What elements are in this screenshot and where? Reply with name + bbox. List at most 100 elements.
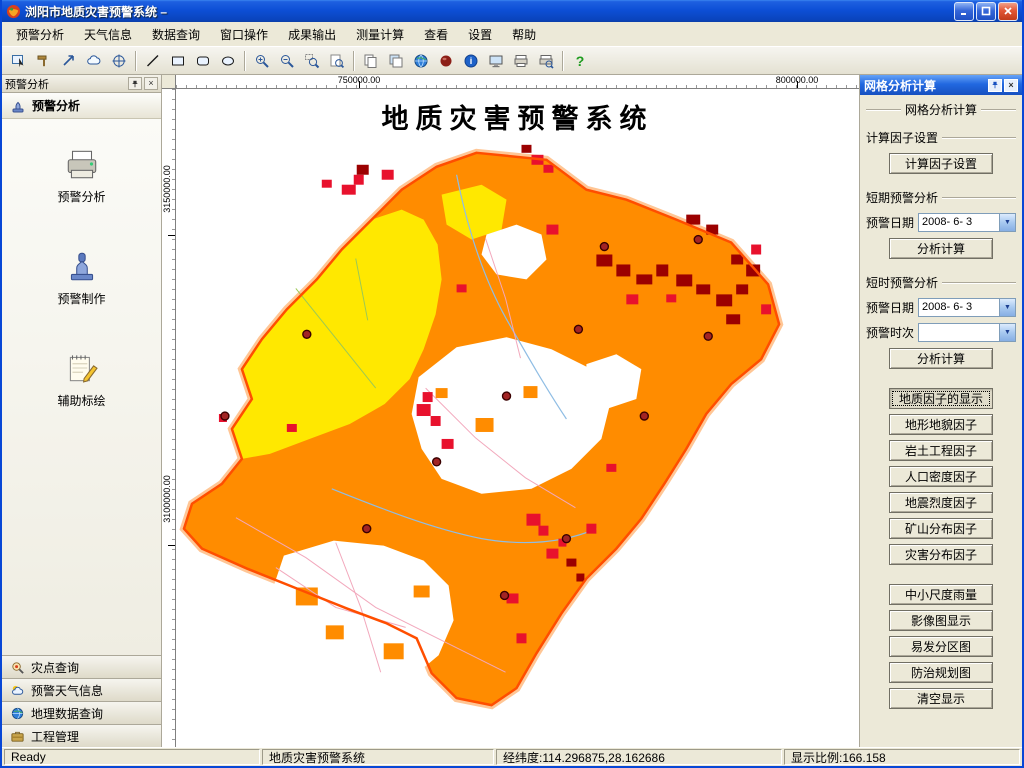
menu-measure-calc[interactable]: 测量计算 <box>346 22 414 47</box>
site-marker <box>499 590 510 601</box>
tool-warning-analysis[interactable]: 预警分析 <box>22 141 142 209</box>
nowcast-date-combo[interactable]: 2008- 6- 3 ▼ <box>918 298 1016 317</box>
left-section-header[interactable]: 预警分析 <box>2 93 161 119</box>
chevron-down-icon[interactable]: ▼ <box>999 214 1015 231</box>
map-title: 地质灾害预警系统 <box>381 104 654 135</box>
pin-icon[interactable] <box>128 77 142 90</box>
factor-disaster-dist-button[interactable]: 灾害分布因子 <box>889 543 993 565</box>
ruler-left-label-2: 3100000.00 <box>162 473 172 525</box>
imagery-display-button[interactable]: 影像图显示 <box>889 609 993 631</box>
ellipse-tool-icon[interactable] <box>216 50 239 72</box>
bar-project-management[interactable]: 工程管理 <box>2 724 161 747</box>
copy-icon[interactable] <box>359 50 382 72</box>
bar-disaster-query[interactable]: 灾点查询 <box>2 655 161 678</box>
factor-geology-display-button[interactable]: 地质因子的显示 <box>889 387 993 409</box>
ruler-top: 750000.00 800000.00 <box>176 75 859 89</box>
print-icon[interactable] <box>509 50 532 72</box>
info-icon[interactable]: i <box>459 50 482 72</box>
svg-text:?: ? <box>575 53 584 69</box>
left-bottom-bars: 灾点查询 预警天气信息 地理数据查询 工程管理 <box>2 655 161 747</box>
factor-terrain-button[interactable]: 地形地貌因子 <box>889 413 993 435</box>
group-title: 计算因子设置 <box>866 131 939 145</box>
site-marker <box>362 523 372 534</box>
layers-icon[interactable] <box>384 50 407 72</box>
tool-label: 预警制作 <box>57 292 106 306</box>
factor-geotech-button[interactable]: 岩土工程因子 <box>889 439 993 461</box>
date-value: 2008- 6- 3 <box>922 216 973 228</box>
roundrect-tool-icon[interactable] <box>191 50 214 72</box>
line-tool-icon[interactable] <box>141 50 164 72</box>
pan-cross-icon[interactable] <box>107 50 130 72</box>
toolbar-separator <box>135 50 136 71</box>
short-term-date-combo[interactable]: 2008- 6- 3 ▼ <box>918 213 1016 232</box>
weather-info-icon <box>12 685 24 695</box>
group-title: 短期预警分析 <box>866 191 939 205</box>
help-icon[interactable]: ? <box>568 50 591 72</box>
menu-help[interactable]: 帮助 <box>502 22 546 47</box>
menu-weather-info[interactable]: 天气信息 <box>74 22 142 47</box>
monitor-icon[interactable] <box>484 50 507 72</box>
prevention-plan-button[interactable]: 防治规划图 <box>889 661 993 683</box>
time-label: 预警时次 <box>866 326 915 340</box>
menu-view[interactable]: 查看 <box>414 22 458 47</box>
sphere-icon[interactable] <box>434 50 457 72</box>
clear-display-button[interactable]: 清空显示 <box>889 687 993 709</box>
print-preview-icon[interactable] <box>534 50 557 72</box>
left-panel-title: 预警分析 <box>5 78 49 91</box>
ruler-tick <box>359 81 360 88</box>
globe-icon[interactable] <box>409 50 432 72</box>
stamp-icon <box>12 101 24 112</box>
factor-seismic-button[interactable]: 地震烈度因子 <box>889 491 993 513</box>
tool-warning-production[interactable]: 预警制作 <box>22 243 142 311</box>
bar-label: 工程管理 <box>31 729 80 744</box>
toolbar: i ? <box>2 47 1022 75</box>
date-label: 预警日期 <box>866 216 915 230</box>
close-panel-icon[interactable]: × <box>1004 78 1018 92</box>
zoom-out-icon[interactable] <box>275 50 298 72</box>
bar-weather-info[interactable]: 预警天气信息 <box>2 678 161 701</box>
pin-icon[interactable] <box>988 78 1002 92</box>
factor-population-button[interactable]: 人口密度因子 <box>889 465 993 487</box>
bar-geo-data-query[interactable]: 地理数据查询 <box>2 701 161 724</box>
stamp-tool-icon <box>70 252 93 281</box>
menu-settings[interactable]: 设置 <box>458 22 502 47</box>
factor-mining-button[interactable]: 矿山分布因子 <box>889 517 993 539</box>
divider-line <box>942 196 1016 199</box>
rect-tool-icon[interactable] <box>166 50 189 72</box>
chevron-down-icon[interactable]: ▼ <box>999 324 1015 341</box>
hammer-icon[interactable] <box>32 50 55 72</box>
arrow-ne-icon[interactable] <box>57 50 80 72</box>
date-label: 预警日期 <box>866 301 915 315</box>
factor-settings-button[interactable]: 计算因子设置 <box>889 152 993 174</box>
close-panel-icon[interactable]: × <box>144 77 158 90</box>
susceptibility-map-button[interactable]: 易发分区图 <box>889 635 993 657</box>
menu-window-ops[interactable]: 窗口操作 <box>210 22 278 47</box>
warning-analysis-panel: 预警分析 × 预警分析 预警分析 预警制作 辅助标绘 灾点查询 预警天气信息 地… <box>2 75 162 747</box>
status-coordinates: 经纬度:114.296875,28.162686 <box>496 749 782 765</box>
chevron-down-icon[interactable]: ▼ <box>999 299 1015 316</box>
geo-data-icon <box>11 707 24 719</box>
tool-auxiliary-plot[interactable]: 辅助标绘 <box>22 345 142 413</box>
short-term-analyze-button[interactable]: 分析计算 <box>889 237 993 259</box>
map-body-row: 3150000.00 3100000.00 地质灾害预警系统 <box>162 89 859 747</box>
zoom-window-icon[interactable] <box>300 50 323 72</box>
menu-data-query[interactable]: 数据查询 <box>142 22 210 47</box>
right-panel-body: 网格分析计算 计算因子设置 计算因子设置 短期预警分析 预警日期 2008- 6… <box>860 95 1022 747</box>
cloud-icon[interactable] <box>82 50 105 72</box>
menu-warning-analysis[interactable]: 预警分析 <box>6 22 74 47</box>
app-window: 浏阳市地质灾害预警系统 – 预警分析 天气信息 数据查询 窗口操作 成果输出 测… <box>0 0 1024 768</box>
map-canvas[interactable]: 地质灾害预警系统 <box>176 89 859 747</box>
minimize-button[interactable] <box>954 1 974 21</box>
close-button[interactable] <box>998 1 1018 21</box>
meso-rainfall-button[interactable]: 中小尺度雨量 <box>889 583 993 605</box>
ruler-tick <box>168 235 175 236</box>
zoom-full-icon[interactable] <box>325 50 348 72</box>
bar-label: 地理数据查询 <box>31 706 104 721</box>
nowcast-time-combo[interactable]: ▼ <box>918 323 1016 342</box>
site-marker <box>639 411 650 421</box>
zoom-in-icon[interactable] <box>250 50 273 72</box>
nowcast-analyze-button[interactable]: 分析计算 <box>889 347 993 369</box>
maximize-button[interactable] <box>976 1 996 21</box>
menu-result-output[interactable]: 成果输出 <box>278 22 346 47</box>
select-map-icon[interactable] <box>7 50 30 72</box>
